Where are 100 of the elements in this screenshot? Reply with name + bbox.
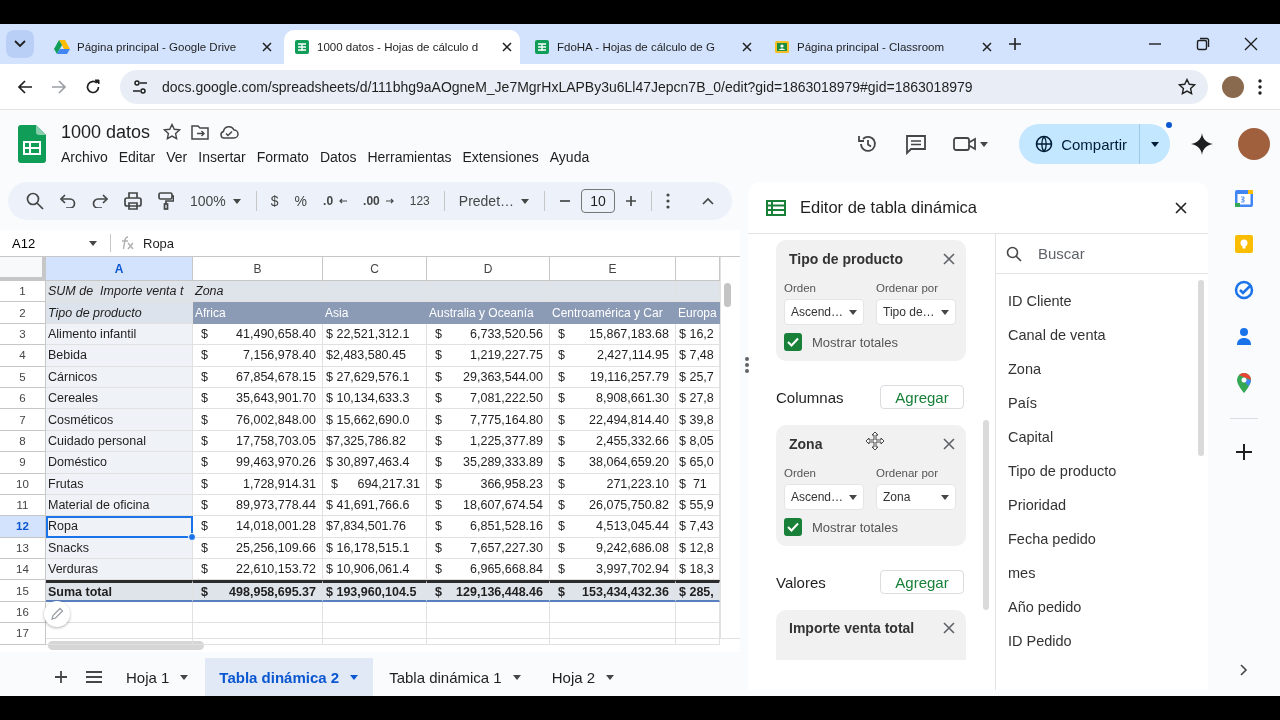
restore-icon[interactable] [1196,37,1210,51]
close-icon[interactable] [262,42,272,52]
print-icon[interactable] [124,192,142,210]
row-number[interactable]: 14 [0,559,46,581]
field-item[interactable]: Capital [1008,420,1054,454]
table-cell[interactable]: Material de oficina [46,494,193,517]
sheet-tab[interactable]: Hoja 1 [112,658,204,696]
table-cell[interactable]: Cárnicos [46,366,193,388]
table-cell[interactable]: Snacks [46,537,193,560]
sort-dropdown[interactable]: Zona [876,484,956,510]
field-item[interactable]: Año pedido [1008,590,1082,624]
menu-item[interactable]: Herramientas [364,146,460,167]
more-icon[interactable] [666,193,671,209]
more-icon[interactable] [1257,77,1263,96]
table-cell[interactable]: Cuidado personal [46,430,193,453]
sparkle-icon[interactable] [1190,132,1214,156]
sort-dropdown[interactable]: Tipo de… [876,299,956,325]
table-cell[interactable]: Verduras [46,559,193,581]
reload-icon[interactable] [85,78,101,95]
address-bar[interactable]: docs.google.com/spreadsheets/d/111bhg9aAOgneM_Je7MgrHxLAPBy3u6Ll47Jepcn7B_0/edit?gid=1863018979#gid=1863018979 [120,69,1208,104]
table-cell[interactable]: Bebida [46,345,193,367]
close-icon[interactable] [742,42,752,52]
close-icon[interactable] [1244,37,1258,51]
field-item[interactable]: ID Cliente [1008,284,1072,318]
avatar[interactable] [1238,128,1270,160]
row-number[interactable]: 10 [0,473,46,495]
plus-icon[interactable] [625,195,638,207]
task-check-icon[interactable] [1234,280,1254,300]
field-item[interactable]: Fecha pedido [1008,522,1096,556]
currency-format-button[interactable]: $ [264,187,285,215]
avatar[interactable] [1222,75,1244,98]
spreadsheet-logo-icon[interactable] [18,125,46,163]
close-icon[interactable] [502,42,512,52]
plus-icon[interactable] [54,670,68,684]
chevron-right-icon[interactable] [1240,664,1248,676]
field-item[interactable]: Tipo de producto [1008,454,1117,488]
decrease-decimals-button[interactable]: .0 [317,187,354,215]
search-icon[interactable] [26,192,44,210]
star-icon[interactable] [1178,77,1196,96]
menu-item[interactable]: Extensiones [459,146,547,167]
plus-icon[interactable] [1008,37,1022,51]
row-number[interactable]: 16 [0,601,46,624]
menu-item[interactable]: Editar [115,146,164,167]
tune-icon[interactable] [132,78,148,95]
sheet-tab[interactable]: Tabla dinámica 1 [375,658,536,696]
column-header[interactable]: E [550,257,676,281]
browser-tab[interactable]: Página principal - Classroom [764,30,1000,64]
column-header[interactable]: C [323,257,427,281]
order-dropdown[interactable]: Ascend… [784,299,864,325]
row-number[interactable]: 13 [0,537,46,560]
forward-icon[interactable] [51,78,67,95]
menu-item[interactable]: Ver [163,146,196,167]
row-number[interactable]: 8 [0,430,46,453]
field-item[interactable]: País [1008,386,1037,420]
comment-icon[interactable] [905,133,928,155]
back-icon[interactable] [17,78,33,95]
drag-handle-icon[interactable] [744,356,750,374]
row-number[interactable]: 5 [0,366,46,388]
row-number[interactable]: 4 [0,345,46,367]
table-cell[interactable]: Alimento infantil [46,323,193,346]
field-item[interactable]: Canal de venta [1008,318,1106,352]
menu-icon[interactable] [86,671,102,683]
column-header[interactable]: A [46,257,193,281]
row-number[interactable]: 1 [0,281,46,303]
paint-format-icon[interactable] [158,192,174,210]
scrollbar-thumb[interactable] [48,641,204,650]
number-format-button[interactable]: 123 [403,187,436,215]
add-button[interactable]: Agregar [880,385,964,409]
menu-item[interactable]: Datos [316,146,365,167]
row-number[interactable]: 9 [0,452,46,474]
edit-button[interactable] [44,601,70,627]
menu-item[interactable]: Formato [253,146,317,167]
close-icon[interactable] [1174,200,1188,215]
font-dropdown[interactable]: Predet… [452,187,537,215]
field-item[interactable]: Prioridad [1008,488,1067,522]
checkbox[interactable] [784,333,802,351]
undo-icon[interactable] [60,194,76,208]
menu-item[interactable]: Insertar [195,146,254,167]
menu-item[interactable]: Archivo [58,146,116,167]
menu-item[interactable]: Ayuda [546,146,598,167]
table-cell[interactable]: Frutas [46,473,193,495]
row-number[interactable]: 15 [0,580,46,602]
close-icon[interactable] [982,42,992,52]
scrollbar-thumb[interactable] [1198,280,1204,456]
increase-decimals-button[interactable]: .00 [357,187,400,215]
plus-icon[interactable] [1235,443,1253,461]
row-number[interactable]: 2 [0,302,46,324]
browser-tab[interactable]: 1000 datos - Hojas de cálculo d [284,30,520,64]
redo-icon[interactable] [92,194,108,208]
column-header[interactable]: D [427,257,550,281]
row-number[interactable]: 12 [0,516,46,538]
column-header[interactable]: B [193,257,323,281]
sheet-tab[interactable]: Tabla dinámica 2 [205,658,374,696]
star-icon[interactable] [163,123,182,141]
table-cell[interactable]: Doméstico [46,452,193,474]
row-number[interactable]: 11 [0,494,46,517]
map-pin-icon[interactable] [1236,372,1252,394]
tab-list-button[interactable] [6,30,34,58]
field-item[interactable]: mes [1008,556,1036,590]
order-dropdown[interactable]: Ascend… [784,484,864,510]
